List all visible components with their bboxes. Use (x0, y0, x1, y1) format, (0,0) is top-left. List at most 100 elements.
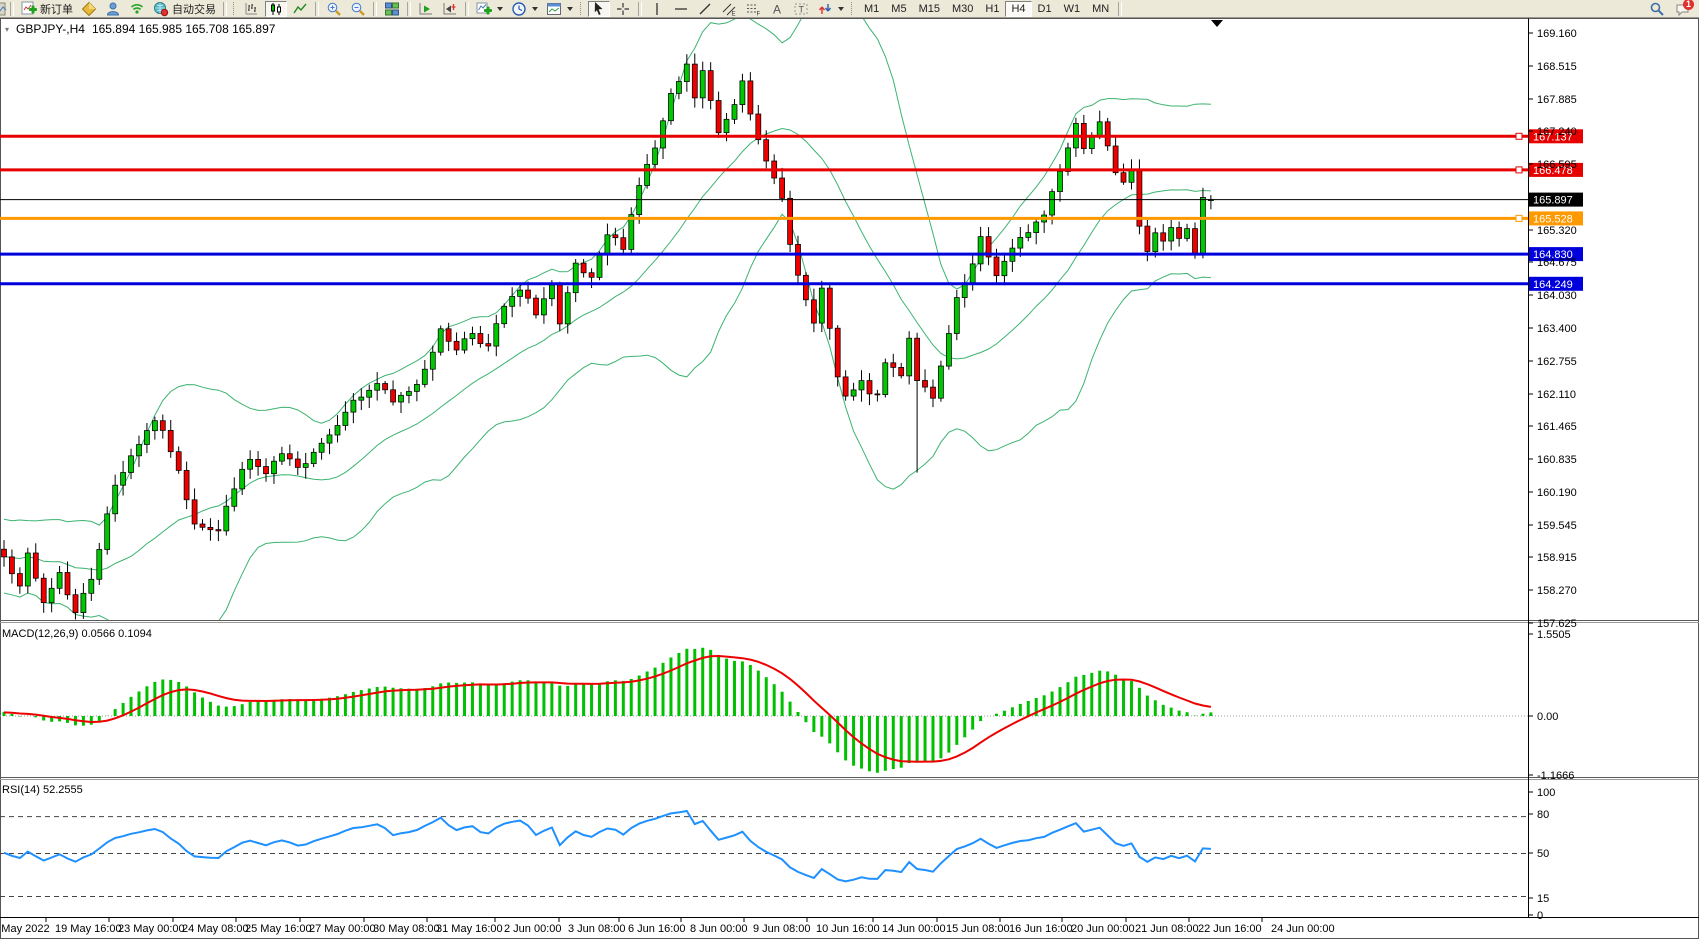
candle-body (851, 390, 856, 396)
candle-body (1066, 148, 1071, 172)
time-axis-label: 9 Jun 08:00 (753, 923, 811, 935)
price-axis-label: 164.030 (1537, 290, 1577, 302)
candlestick-chart-type-button[interactable] (265, 1, 287, 17)
candle-body (692, 64, 697, 98)
candle-body (796, 244, 801, 275)
zoom-in-button[interactable] (323, 1, 345, 17)
hline-handle[interactable] (1516, 133, 1522, 139)
candle-body (383, 384, 388, 390)
templates-button[interactable] (543, 1, 576, 17)
text-a-icon: A (769, 1, 785, 17)
candle-body (343, 412, 348, 425)
candle-body (740, 81, 745, 105)
search-icon[interactable] (1649, 1, 1665, 17)
price-axis-label: 159.545 (1537, 520, 1577, 532)
candle-body (144, 431, 149, 445)
hline-handle[interactable] (1516, 215, 1522, 221)
candle-body (2, 549, 7, 557)
candle-body (367, 390, 372, 397)
timeframe-MN[interactable]: MN (1086, 1, 1115, 17)
candle-body (883, 363, 888, 395)
candle-body (232, 489, 237, 506)
candle-body (1169, 228, 1174, 242)
timeframe-M5[interactable]: M5 (885, 1, 912, 17)
new-order-button[interactable]: 新订单 (18, 1, 76, 17)
timeframe-H1[interactable]: H1 (979, 1, 1005, 17)
vertical-line-tool-button[interactable] (646, 1, 668, 17)
toolbar-separator (10, 2, 14, 16)
price-axis-label: 167.240 (1537, 126, 1577, 138)
bar-chart-type-button[interactable] (241, 1, 263, 17)
timeframe-W1[interactable]: W1 (1058, 1, 1087, 17)
chart-canvas[interactable]: 167.137166.478165.897165.528164.830164.2… (0, 18, 1699, 939)
signals-button[interactable] (126, 1, 148, 17)
macd-axis-label: -1.1666 (1537, 770, 1574, 782)
timeframe-D1[interactable]: D1 (1032, 1, 1058, 17)
candle-body (565, 293, 570, 324)
zoom-out-button[interactable] (347, 1, 369, 17)
crosshair-tool-button[interactable] (612, 1, 634, 17)
trendline-icon (697, 1, 713, 17)
candle-body (978, 237, 983, 264)
toolbar-separator (373, 2, 377, 16)
candle-body (41, 578, 46, 602)
main-toolbar: 新订单 自动交易 (0, 0, 1699, 18)
fibonacci-tool-button[interactable]: F (742, 1, 764, 17)
toolbar-separator (465, 2, 469, 16)
arrows-tool-button[interactable] (814, 1, 847, 17)
candle-body (946, 334, 951, 367)
candle-body (1185, 229, 1190, 239)
time-axis-label: 22 Jun 16:00 (1198, 923, 1262, 935)
candle-body (1002, 261, 1007, 275)
price-axis-label: 158.915 (1537, 552, 1577, 564)
metaeditor-button[interactable] (78, 1, 100, 17)
timeframe-M1[interactable]: M1 (858, 1, 885, 17)
price-axis-label: 167.885 (1537, 94, 1577, 106)
chart-shift-button[interactable] (439, 1, 461, 17)
candle-body (327, 435, 332, 443)
candle-body (256, 459, 261, 466)
time-axis-label: 24 May 08:00 (182, 923, 249, 935)
autotrading-button[interactable]: 自动交易 (150, 1, 219, 17)
collapse-arrow-icon[interactable]: ▾ (5, 25, 9, 34)
tile-windows-button[interactable] (381, 1, 403, 17)
community-button[interactable] (102, 1, 124, 17)
toolbar-grip (580, 2, 584, 15)
candle-body (907, 338, 912, 376)
candle-body (248, 459, 253, 469)
candle-body (1200, 197, 1205, 254)
text-tool-button[interactable]: A (766, 1, 788, 17)
candle-body (621, 238, 626, 250)
toolbar-separator (1118, 2, 1122, 16)
clipped-icon (0, 1, 7, 17)
auto-scroll-button[interactable] (415, 1, 437, 17)
channel-tool-button[interactable]: E (718, 1, 740, 17)
candle-body (613, 235, 618, 238)
candle-body (1034, 222, 1039, 233)
timeframe-M15[interactable]: M15 (913, 1, 946, 17)
price-axis-label: 160.190 (1537, 487, 1577, 499)
candle-body (200, 524, 205, 527)
indicators-button[interactable] (473, 1, 506, 17)
horizontal-line-tool-button[interactable] (670, 1, 692, 17)
candle-body (65, 573, 70, 595)
line-chart-type-button[interactable] (289, 1, 311, 17)
hline-handle[interactable] (1516, 167, 1522, 173)
time-axis-label: 2 Jun 00:00 (504, 923, 562, 935)
periods-button[interactable] (508, 1, 541, 17)
toolbar-separator (638, 2, 642, 16)
trendline-tool-button[interactable] (694, 1, 716, 17)
diamond-icon (81, 1, 97, 17)
candle-body (1193, 229, 1198, 255)
notifications-button[interactable]: 1 (1675, 1, 1691, 17)
cursor-arrow-icon (591, 1, 607, 17)
cursor-tool-button[interactable] (588, 1, 610, 17)
candle-body (279, 454, 284, 461)
timeframe-M30[interactable]: M30 (946, 1, 979, 17)
candle-body (859, 381, 864, 390)
text-label-tool-button[interactable]: T (790, 1, 812, 17)
candle-body (89, 579, 94, 593)
timeframe-H4[interactable]: H4 (1005, 1, 1031, 17)
candle-body (25, 553, 30, 586)
dropdown-caret (532, 7, 538, 11)
